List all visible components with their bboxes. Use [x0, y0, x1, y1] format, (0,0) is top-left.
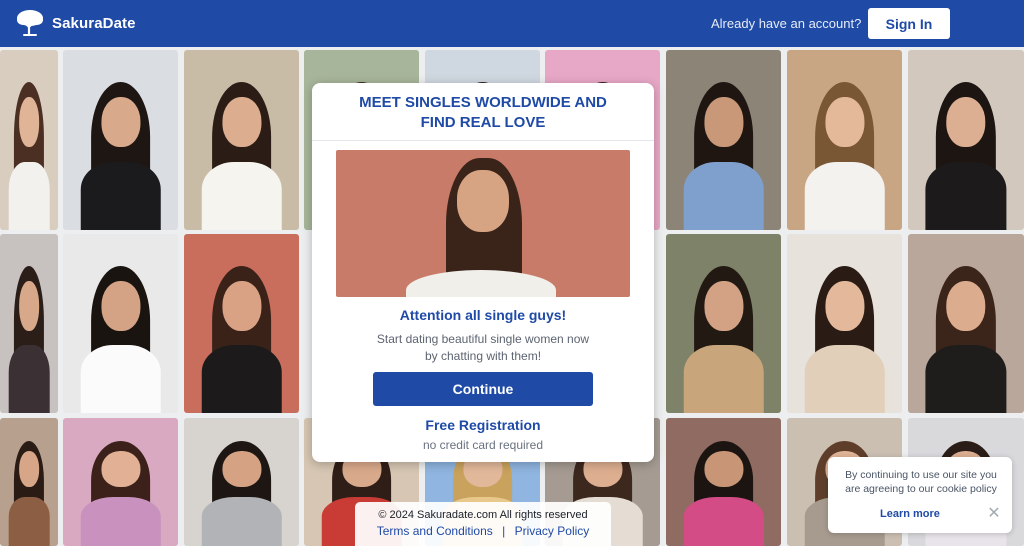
- profile-photo[interactable]: [666, 234, 781, 413]
- modal-title-line1: MEET SINGLES WORLDWIDE AND: [359, 94, 607, 111]
- free-registration-text: Free Registration: [425, 417, 541, 433]
- continue-button[interactable]: Continue: [373, 372, 593, 406]
- profile-photo[interactable]: [184, 234, 299, 413]
- profile-photo[interactable]: [787, 50, 902, 230]
- profile-photo[interactable]: [787, 234, 902, 413]
- footer: © 2024 Sakuradate.com All rights reserve…: [355, 502, 611, 546]
- modal-description: Start dating beautiful single women now …: [362, 331, 604, 365]
- modal-title: MEET SINGLES WORLDWIDE AND FIND REAL LOV…: [312, 93, 654, 133]
- divider: [312, 140, 654, 141]
- sign-in-button[interactable]: Sign In: [868, 8, 950, 39]
- profile-photo[interactable]: [0, 50, 58, 230]
- signup-modal: MEET SINGLES WORLDWIDE AND FIND REAL LOV…: [312, 83, 654, 462]
- link-separator: |: [502, 524, 506, 538]
- top-header: SakuraDate Already have an account? Sign…: [0, 0, 1024, 47]
- modal-title-line2: FIND REAL LOVE: [420, 114, 546, 131]
- cookie-notice: By continuing to use our site you are ag…: [828, 457, 1012, 533]
- profile-photo[interactable]: [184, 50, 299, 230]
- already-account-text: Already have an account?: [711, 16, 862, 31]
- profile-photo[interactable]: [0, 418, 58, 546]
- copyright-text: © 2024 Sakuradate.com All rights reserve…: [378, 509, 588, 521]
- profile-photo[interactable]: [184, 418, 299, 546]
- profile-photo[interactable]: [666, 50, 781, 230]
- cookie-text-line1: By continuing to use our site you: [845, 469, 997, 481]
- profile-photo[interactable]: [908, 50, 1024, 230]
- featured-profile-photo: [336, 150, 630, 297]
- profile-photo[interactable]: [908, 234, 1024, 413]
- profile-photo[interactable]: [666, 418, 781, 546]
- cookie-text-line2: are agreeing to our cookie policy: [845, 483, 997, 495]
- attention-heading: Attention all single guys!: [399, 307, 567, 323]
- description-line2: by chatting with them!: [424, 349, 542, 363]
- terms-link[interactable]: Terms and Conditions: [377, 524, 493, 538]
- profile-photo[interactable]: [63, 234, 178, 413]
- learn-more-link[interactable]: Learn more: [880, 508, 940, 520]
- brand-logo[interactable]: SakuraDate: [14, 7, 136, 39]
- tree-icon: [17, 10, 43, 37]
- description-line1: Start dating beautiful single women now: [376, 332, 590, 346]
- cookie-text: By continuing to use our site you are ag…: [838, 468, 1004, 496]
- profile-photo[interactable]: [63, 50, 178, 230]
- privacy-link[interactable]: Privacy Policy: [515, 524, 590, 538]
- brand-name: SakuraDate: [52, 14, 136, 32]
- footer-links: Terms and Conditions | Privacy Policy: [355, 524, 611, 538]
- profile-photo[interactable]: [63, 418, 178, 546]
- close-icon[interactable]: ✕: [986, 506, 1002, 522]
- profile-photo[interactable]: [0, 234, 58, 413]
- no-credit-card-text: no credit card required: [422, 438, 544, 452]
